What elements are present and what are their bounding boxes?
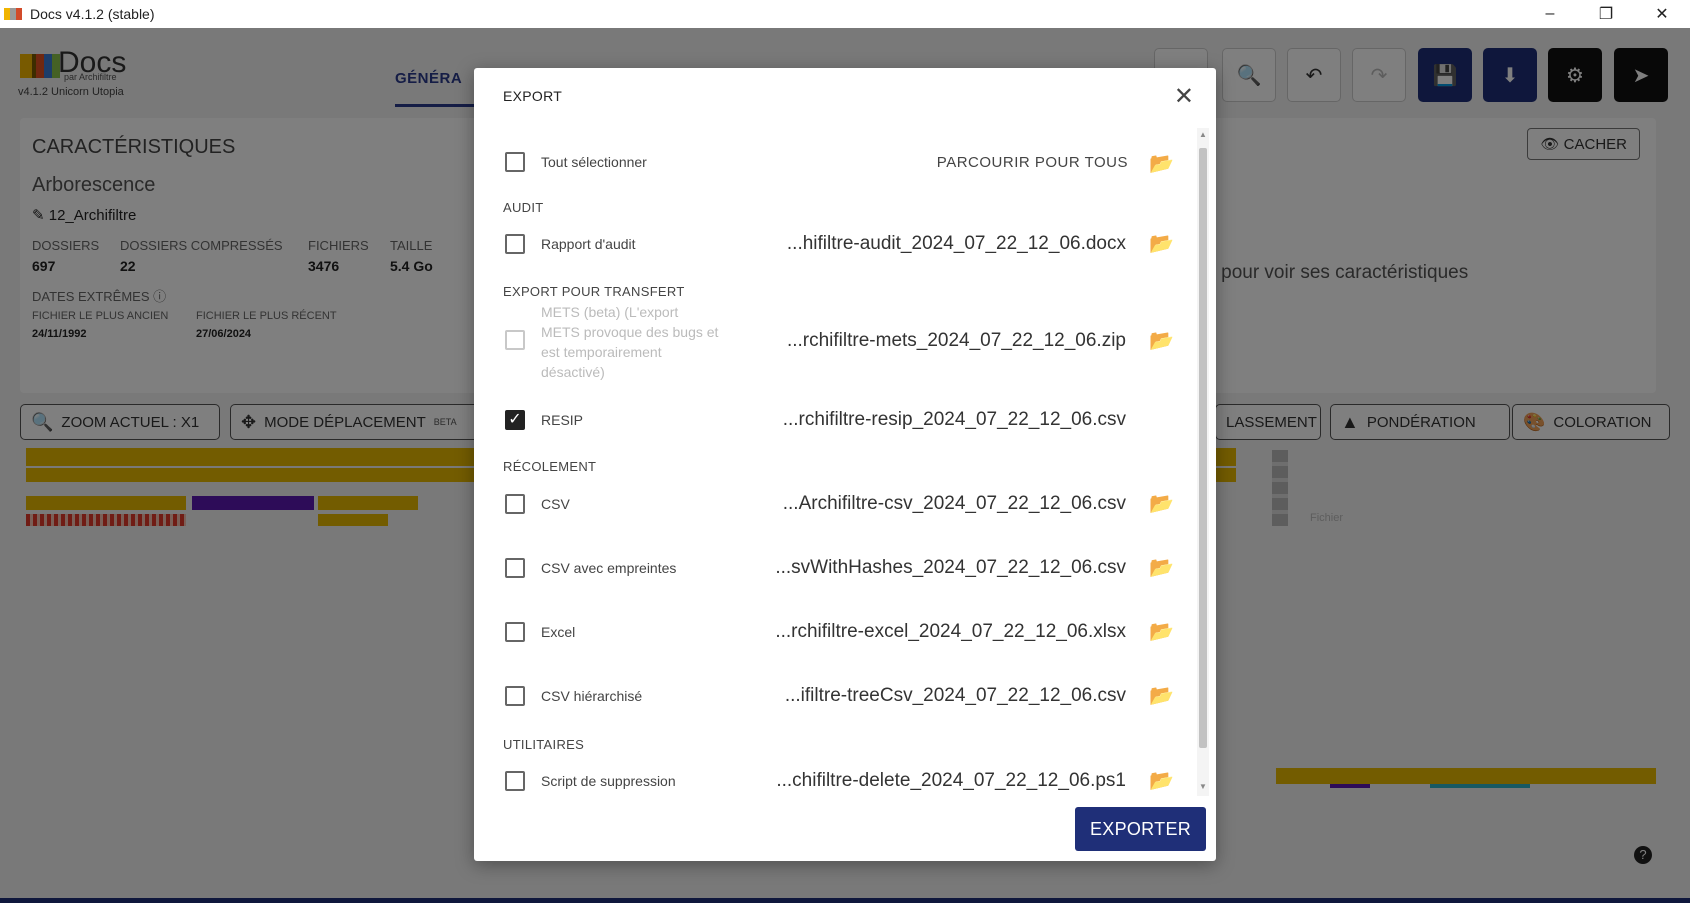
section-utilities: UTILITAIRES — [503, 737, 585, 752]
folder-open-icon[interactable]: 📂 — [1149, 231, 1174, 256]
csv-hashes-label: CSV avec empreintes — [541, 560, 677, 576]
window-titlebar: Docs v4.1.2 (stable) – ❐ ✕ — [0, 0, 1690, 28]
scroll-down-arrow-icon[interactable]: ▼ — [1197, 782, 1209, 791]
close-window-button[interactable]: ✕ — [1634, 0, 1690, 28]
delete-script-label: Script de suppression — [541, 773, 676, 789]
csv-tree-filename[interactable]: ...ifiltre-treeCsv_2024_07_22_12_06.csv — [785, 685, 1126, 707]
minimize-button[interactable]: – — [1522, 0, 1578, 28]
restore-button[interactable]: ❐ — [1578, 0, 1634, 28]
delete-script-filename[interactable]: ...chifiltre-delete_2024_07_22_12_06.ps1 — [776, 770, 1126, 792]
audit-report-label: Rapport d'audit — [541, 236, 636, 252]
csv-label: CSV — [541, 496, 570, 512]
select-all-label: Tout sélectionner — [541, 154, 647, 170]
audit-report-filename[interactable]: ...hifiltre-audit_2024_07_22_12_06.docx — [787, 233, 1126, 255]
csv-filename[interactable]: ...Archifiltre-csv_2024_07_22_12_06.csv — [783, 493, 1126, 515]
csv-hashes-checkbox[interactable] — [505, 558, 525, 578]
select-all-checkbox[interactable] — [505, 152, 525, 172]
window-title: Docs v4.1.2 (stable) — [30, 6, 155, 22]
folder-open-icon[interactable]: 📂 — [1149, 328, 1174, 353]
section-recolement: RÉCOLEMENT — [503, 459, 597, 474]
scroll-up-arrow-icon[interactable]: ▲ — [1197, 130, 1209, 139]
csv-hashes-filename[interactable]: ...svWithHashes_2024_07_22_12_06.csv — [775, 557, 1126, 579]
csv-tree-checkbox[interactable] — [505, 686, 525, 706]
folder-open-icon[interactable]: 📂 — [1149, 151, 1174, 176]
section-audit: AUDIT — [503, 200, 544, 215]
resip-label: RESIP — [541, 412, 584, 428]
export-modal: EXPORT ✕ Tout sélectionner PARCOURIR POU… — [474, 68, 1216, 861]
scrollbar-thumb[interactable] — [1199, 148, 1207, 748]
modal-scrollbar[interactable]: ▲ ▼ — [1197, 128, 1209, 796]
section-transfer: EXPORT POUR TRANSFERT — [503, 284, 685, 299]
mets-filename[interactable]: ...rchifiltre-mets_2024_07_22_12_06.zip — [787, 330, 1126, 352]
export-button[interactable]: EXPORTER — [1075, 807, 1206, 851]
modal-title: EXPORT — [503, 88, 563, 104]
resip-filename[interactable]: ...rchifiltre-resip_2024_07_22_12_06.csv — [783, 409, 1126, 431]
folder-open-icon[interactable]: 📂 — [1149, 555, 1174, 580]
excel-checkbox[interactable] — [505, 622, 525, 642]
csv-tree-label: CSV hiérarchisé — [541, 688, 643, 704]
mets-label: METS (beta) (L'export METS provoque des … — [541, 304, 719, 380]
csv-checkbox[interactable] — [505, 494, 525, 514]
close-icon[interactable]: ✕ — [1174, 82, 1194, 111]
excel-label: Excel — [541, 624, 576, 640]
app-icon — [4, 8, 22, 20]
excel-filename[interactable]: ...rchifiltre-excel_2024_07_22_12_06.xls… — [775, 621, 1126, 643]
mets-checkbox[interactable] — [505, 330, 525, 350]
folder-open-icon[interactable]: 📂 — [1149, 768, 1174, 793]
folder-open-icon[interactable]: 📂 — [1149, 619, 1174, 644]
browse-all-link[interactable]: PARCOURIR POUR TOUS — [937, 154, 1128, 171]
delete-script-checkbox[interactable] — [505, 771, 525, 791]
resip-checkbox[interactable]: ✓ — [505, 410, 525, 430]
folder-open-icon[interactable]: 📂 — [1149, 683, 1174, 708]
folder-open-icon[interactable]: 📂 — [1149, 491, 1174, 516]
audit-report-checkbox[interactable] — [505, 234, 525, 254]
